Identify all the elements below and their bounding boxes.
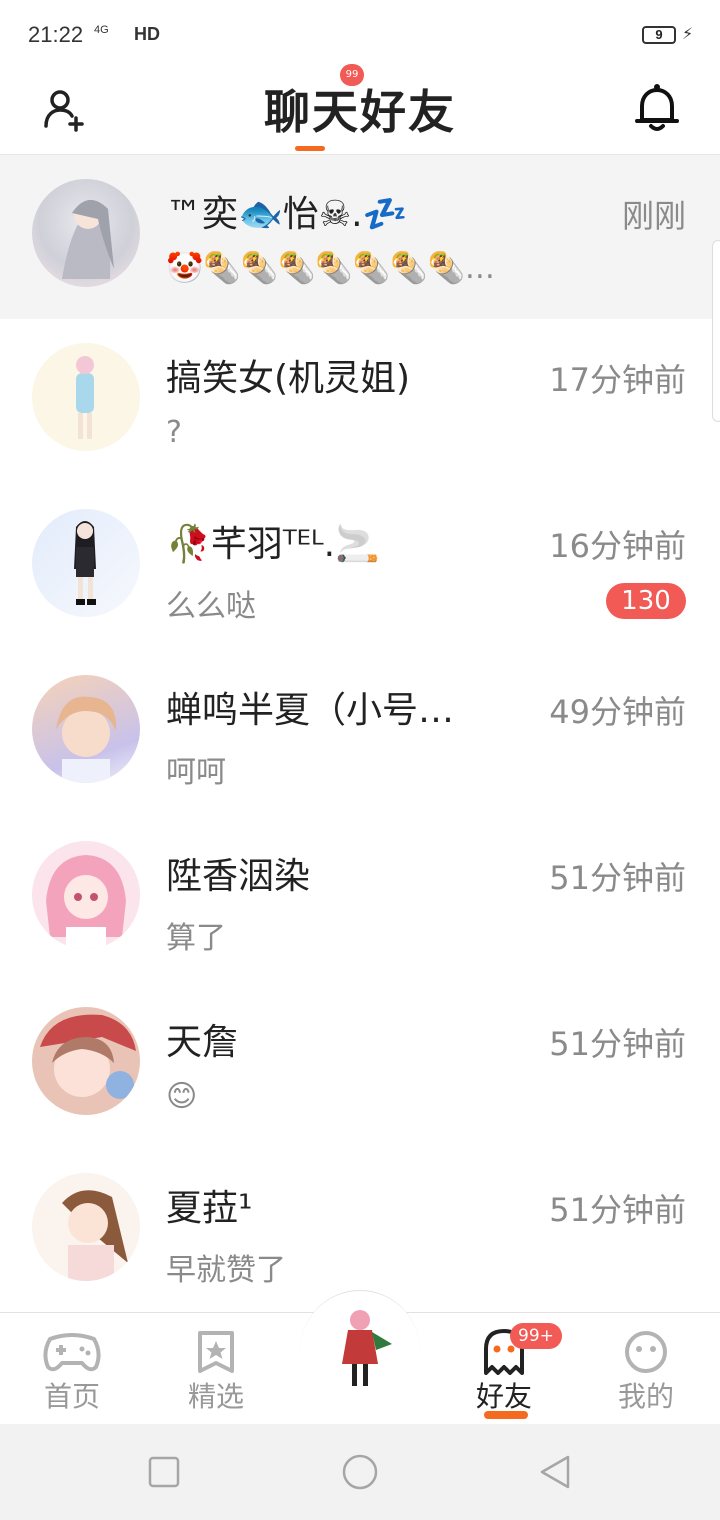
app-header: 聊天好友 99 [0,64,720,155]
chat-name: 搞笑女(机灵姐) [166,358,411,399]
chat-row[interactable]: ™奕🐟怡☠.💤 🤡🌯🌯🌯🌯🌯🌯🌯… 刚刚 [0,155,720,319]
avatar[interactable] [32,179,140,287]
chat-message: 算了 [166,921,226,956]
avatar[interactable] [32,841,140,949]
friends-badge: 99+ [510,1323,562,1349]
nav-featured-label: 精选 [187,1380,244,1413]
battery-icon: 9 [642,26,676,44]
chat-row[interactable]: 陞香洇染 算了 51分钟前 [0,817,720,983]
chat-message: 呵呵 [166,755,226,790]
chat-name: ™奕🐟怡☠.💤 [166,194,408,235]
chat-row[interactable]: 🥀芊羽ᵀᴱᴸ.🚬 么么哒 16分钟前 130 [0,485,720,651]
status-bar: 21:22 4G HD 9 ⚡ [0,0,720,70]
page-title: 聊天好友 [264,85,456,139]
chat-message: 早就赞了 [166,1253,286,1288]
nav-featured[interactable]: 精选 [156,1313,276,1425]
hd-indicator: HD [134,24,160,44]
chat-row[interactable]: 蝉鸣半夏（小号… 呵呵 49分钟前 [0,651,720,817]
clock: 21:22 [28,22,84,47]
gamepad-icon [43,1333,101,1372]
system-nav-bar [0,1424,720,1520]
avatar[interactable] [32,343,140,451]
avatar[interactable] [32,1007,140,1115]
character-avatar-icon[interactable] [312,1300,408,1396]
nav-friends[interactable]: 99+ 好友 [444,1313,564,1425]
chat-name: 天詹 [166,1022,239,1063]
chat-name: 夏菈¹ [166,1188,253,1229]
avatar[interactable] [32,675,140,783]
chat-time: 51分钟前 [549,859,686,897]
avatar[interactable] [32,509,140,617]
scroll-handle[interactable] [712,240,720,422]
unread-badge: 130 [606,583,686,619]
chat-message: 么么哒 [166,589,256,624]
chat-message: 🤡🌯🌯🌯🌯🌯🌯🌯… [166,251,495,286]
smiley-icon [625,1331,667,1373]
chat-name: 蝉鸣半夏（小号… [166,690,455,731]
active-indicator [484,1411,528,1419]
recent-apps-icon[interactable] [148,1456,180,1488]
chat-time: 刚刚 [621,197,686,235]
nav-me-label: 我的 [617,1380,674,1413]
chat-name: 陞香洇染 [166,856,311,897]
chat-row[interactable]: 搞笑女(机灵姐) ? 17分钟前 [0,319,720,485]
bookmark-star-icon [198,1331,234,1373]
nav-me[interactable]: 我的 [586,1313,706,1425]
chat-list: ™奕🐟怡☠.💤 🤡🌯🌯🌯🌯🌯🌯🌯… 刚刚 搞笑女(机灵姐) ? 17分钟前 🥀芊… [0,155,720,1315]
title-underline [295,146,325,151]
chat-row[interactable]: 天詹 😊 51分钟前 [0,983,720,1149]
home-icon[interactable] [340,1452,380,1492]
nav-home[interactable]: 首页 [12,1313,132,1425]
title-badge: 99 [340,64,364,86]
nav-home-label: 首页 [43,1380,100,1413]
bell-icon[interactable] [632,82,682,134]
avatar[interactable] [32,1173,140,1281]
chat-time: 17分钟前 [549,361,686,399]
network-indicator: 4G [94,24,109,36]
chat-time: 49分钟前 [549,693,686,731]
chat-message: 😊 [166,1079,198,1114]
chat-time: 16分钟前 [549,527,686,565]
chat-message: ? [166,415,182,450]
chat-name: 🥀芊羽ᵀᴱᴸ.🚬 [166,524,380,565]
back-icon[interactable] [538,1454,574,1490]
charging-icon: ⚡ [682,24,694,43]
chat-time: 51分钟前 [549,1025,686,1063]
chat-time: 51分钟前 [549,1191,686,1229]
nav-friends-label: 好友 [475,1380,532,1413]
